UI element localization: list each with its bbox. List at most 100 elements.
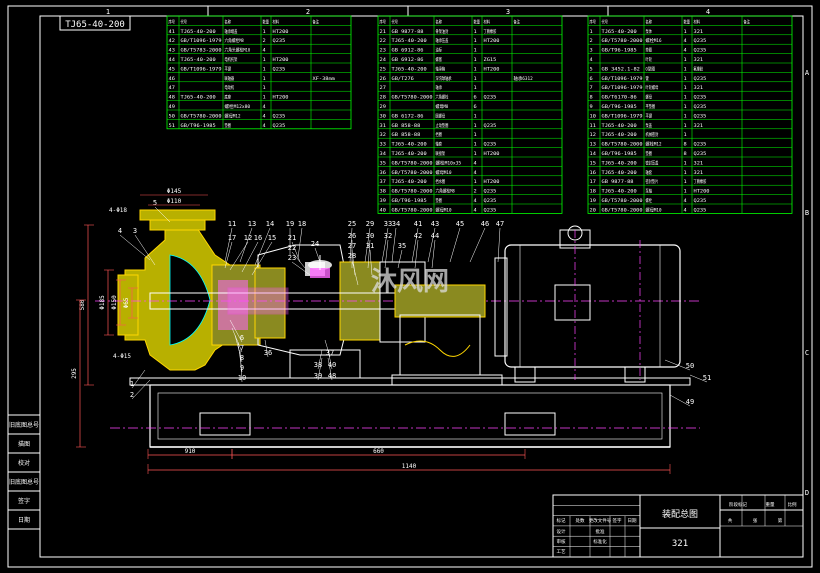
bom-cell: 4 xyxy=(474,207,477,213)
bom-cell: 挡水圈 xyxy=(436,178,446,185)
bom-cell: 37 xyxy=(380,179,387,185)
bom-cell: 10 xyxy=(590,113,597,119)
title-block-label: 重量 xyxy=(766,501,775,508)
bom-cell: 43 xyxy=(169,48,176,54)
bom-cell: 7 xyxy=(590,85,593,91)
zone-label-top: 4 xyxy=(706,8,710,16)
part-callout-number: 37 xyxy=(326,349,334,357)
zone-label-top: 3 xyxy=(506,8,510,16)
bom-cell: 4 xyxy=(263,123,266,129)
bom-cell: 321 xyxy=(694,170,704,176)
dimension-label: Φ185 xyxy=(99,295,106,310)
bom-cell: TJ65-40-200 xyxy=(181,95,216,101)
zone-label-side: D xyxy=(805,489,809,497)
part-callout-number: 13 xyxy=(248,220,256,228)
left-strip-label: 描图 xyxy=(18,440,30,448)
bom-cell: 轴套 xyxy=(646,169,653,176)
bom-cell: 13 xyxy=(590,142,597,148)
bom-cell: Q235 xyxy=(694,76,707,82)
left-strip-label: 旧底图总号 xyxy=(9,478,39,486)
bom-cell: Q235 xyxy=(694,151,707,157)
bom-cell: 4 xyxy=(684,207,687,213)
bom-cell: 28 xyxy=(380,95,387,101)
bom-cell: 1 xyxy=(684,179,687,185)
bom-cell: 34 xyxy=(380,151,387,157)
bom-header-cell: 序号 xyxy=(169,18,176,25)
part-callout-number: 5 xyxy=(153,199,157,207)
bom-cell: 4 xyxy=(590,57,593,63)
bom-cell: 4 xyxy=(474,198,477,204)
bom-cell: 机械密封 xyxy=(646,131,659,138)
bom-cell: Q235 xyxy=(694,38,707,44)
bom-cell: Q235 xyxy=(694,95,707,101)
part-callout-number: 3 xyxy=(133,227,137,235)
bom-cell: 叶轮螺母 xyxy=(646,84,659,91)
bom-cell: TJ65-40-200 xyxy=(602,29,637,35)
part-callout-number: 11 xyxy=(228,220,236,228)
bom-cell: 4 xyxy=(474,170,477,176)
title-block-label: 审核 xyxy=(557,538,566,545)
bom-cell: GB/T5780-2000 xyxy=(392,207,433,213)
bom-cell: 8 xyxy=(684,151,687,157)
bom-cell: 12 xyxy=(590,132,597,138)
title-block-label: 第 xyxy=(778,517,783,524)
bom-cell: 螺母M12 xyxy=(225,112,241,119)
bom-cell: 39 xyxy=(380,198,387,204)
bom-cell: 3 xyxy=(590,48,593,54)
title-block-label: 工艺 xyxy=(557,549,566,555)
bom-cell: 2 xyxy=(590,38,593,44)
bom-cell: GB/T1096-1979 xyxy=(181,38,222,44)
title-block-label: 标记 xyxy=(557,517,566,524)
bom-header-cell: 备注 xyxy=(313,18,320,25)
bom-cell: HT200 xyxy=(273,95,289,101)
bom-cell: 1 xyxy=(474,151,477,157)
bom-cell: 六角螺栓M8 xyxy=(436,188,455,195)
bom-header-cell: 数量 xyxy=(684,18,691,25)
bom-cell: 1 xyxy=(684,85,687,91)
bom-cell: GB 6912-86 xyxy=(392,57,424,63)
bom-cell: 2 xyxy=(263,38,266,44)
bom-cell: 1 xyxy=(684,132,687,138)
dimension-label: 4-Φ18 xyxy=(109,207,127,214)
bom-cell: 骨架油封 xyxy=(436,28,449,35)
bom-cell: 1 xyxy=(263,66,266,72)
bom-header-cell: 代号 xyxy=(602,18,609,25)
bom-cell: O型圈 xyxy=(646,65,656,72)
bom-cell: TJ65-40-200 xyxy=(602,160,637,166)
bom-cell: 1 xyxy=(474,38,477,44)
bom-cell: 4 xyxy=(263,104,266,110)
bom-cell: 45 xyxy=(169,66,176,72)
bom-cell: 轴承压盖 xyxy=(436,37,449,44)
bom-cell: 1 xyxy=(684,123,687,129)
bom-cell: GB 6172-86 xyxy=(392,113,424,119)
watermark-text: 沐风网 xyxy=(371,267,449,297)
part-callout-number: 18 xyxy=(298,220,306,228)
part-callout-number: 15 xyxy=(268,234,276,242)
bom-cell: 44 xyxy=(169,57,176,63)
part-callout-number: 41 xyxy=(414,220,422,228)
bom-cell: 22 xyxy=(380,38,387,44)
bom-cell: Q235 xyxy=(273,66,286,72)
title-block-label: 日期 xyxy=(628,518,637,524)
part-callout-number: 47 xyxy=(496,220,504,228)
bom-cell: 2 xyxy=(474,189,477,195)
bom-cell: 1 xyxy=(684,160,687,166)
bom-cell: 1 xyxy=(474,29,477,35)
bom-cell: GB/T96-1985 xyxy=(392,198,427,204)
bom-cell: GB/T1096-1979 xyxy=(602,76,643,82)
bom-cell: 49 xyxy=(169,104,176,110)
bom-header-cell: 名称 xyxy=(436,18,443,25)
drawing-code: TJ65-40-200 xyxy=(65,20,125,30)
bom-header-cell: 材料 xyxy=(484,18,491,25)
bom-cell: 联接架 xyxy=(436,150,446,157)
part-callout-number: 43 xyxy=(431,220,439,228)
bom-cell: 止动垫圈 xyxy=(436,122,449,129)
dimension-label: 1140 xyxy=(402,463,417,470)
bom-cell: Q235 xyxy=(484,189,497,195)
bom-cell: Q235 xyxy=(273,38,286,44)
title-block-label: 更改文件号 xyxy=(589,517,612,524)
bom-cell: GB/T5780-2000 xyxy=(602,198,643,204)
bom-cell: TJ65-40-200 xyxy=(181,57,216,63)
bom-cell: GB/T5780-2000 xyxy=(392,95,433,101)
bom-cell: 轴套 xyxy=(436,141,443,148)
